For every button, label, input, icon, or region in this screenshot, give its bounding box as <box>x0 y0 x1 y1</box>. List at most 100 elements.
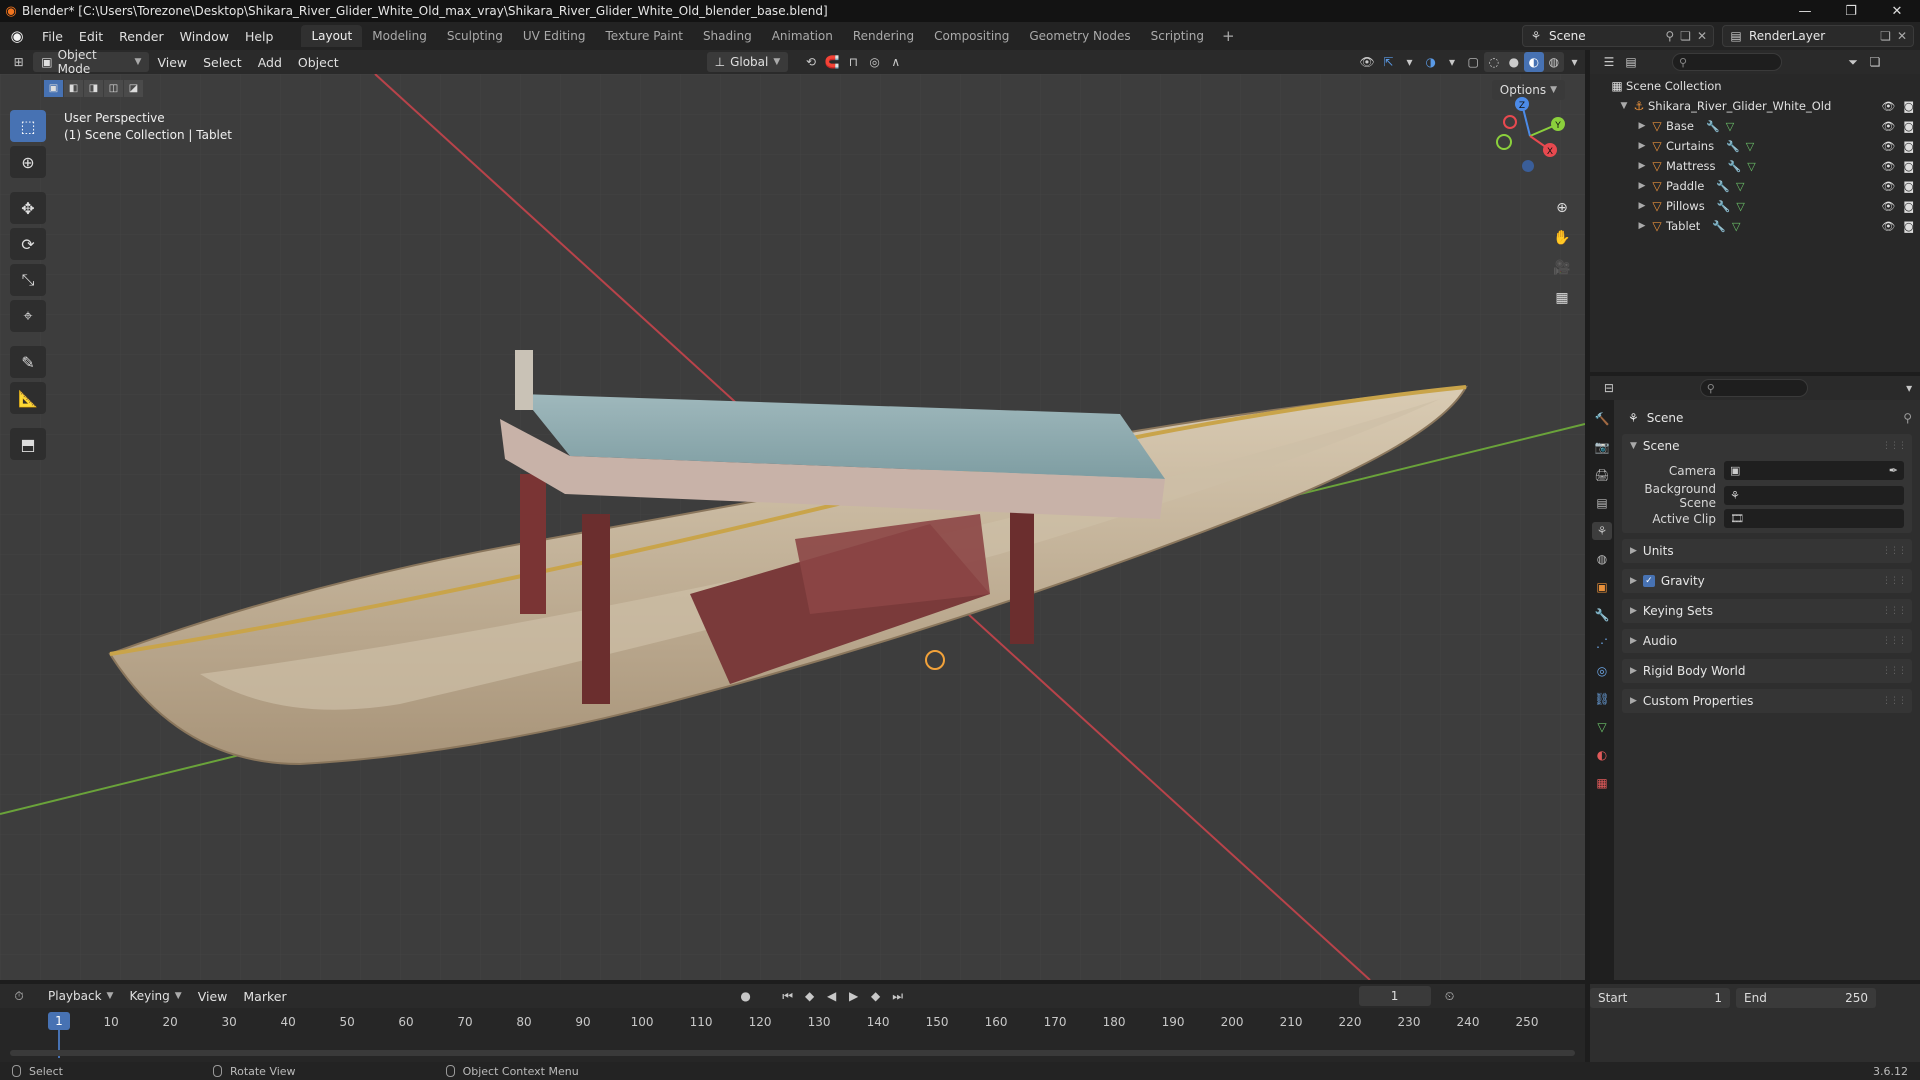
current-frame-field[interactable]: 1 <box>1358 986 1431 1006</box>
neg-z-axis-handle[interactable] <box>1522 160 1534 172</box>
mesh-data-icon[interactable]: ▽ <box>1726 120 1734 133</box>
drag-grip-icon[interactable]: ⋮⋮⋮ <box>1882 696 1907 706</box>
measure-tool-icon[interactable]: 📐 <box>10 382 46 414</box>
pin-icon[interactable]: ⚲ <box>1665 29 1674 43</box>
timeline-menu-view[interactable]: View <box>190 982 236 1010</box>
material-properties-icon[interactable]: ◐ <box>1592 746 1612 764</box>
mode-dropdown[interactable]: ▣ Object Mode ▼ <box>33 48 150 76</box>
outliner-editor-type-icon[interactable]: ☰ <box>1598 52 1620 72</box>
eyedropper-icon[interactable]: ✒ <box>1889 464 1898 477</box>
viewport-menu-view[interactable]: View <box>149 48 195 76</box>
modifier-icon[interactable]: 🔧 <box>1716 180 1730 193</box>
tab-scripting[interactable]: Scripting <box>1141 25 1214 47</box>
new-collection-icon[interactable]: ❏ <box>1864 52 1886 72</box>
rigid-body-world-panel[interactable]: ▶ Rigid Body World ⋮⋮⋮ <box>1622 659 1912 683</box>
mesh-data-icon[interactable]: ▽ <box>1736 180 1744 193</box>
tab-texture-paint[interactable]: Texture Paint <box>596 25 693 47</box>
modifier-icon[interactable]: 🔧 <box>1717 200 1731 213</box>
view-layer-selector[interactable]: ▤ RenderLayer ❏ ✕ <box>1722 25 1914 47</box>
viewport-menu-add[interactable]: Add <box>250 48 290 76</box>
menu-edit[interactable]: Edit <box>71 22 111 50</box>
scene-selector[interactable]: ⚘ Scene ⚲ ❏ ✕ <box>1522 25 1714 47</box>
visibility-icon[interactable]: 👁 <box>1356 52 1377 72</box>
pan-hand-icon[interactable]: ✋ <box>1548 226 1576 250</box>
transform-tool-icon[interactable]: ⌖ <box>10 300 46 332</box>
eye-icon[interactable]: 👁 <box>1881 120 1895 133</box>
blender-menu-icon[interactable]: ◉ <box>0 27 34 45</box>
menu-window[interactable]: Window <box>172 22 237 50</box>
menu-file[interactable]: File <box>34 22 71 50</box>
expand-arrow-icon[interactable]: ▶ <box>1636 181 1648 191</box>
gravity-checkbox[interactable]: ✓ <box>1642 575 1655 587</box>
timeline-menu-marker[interactable]: Marker <box>235 982 294 1010</box>
outliner-object-mattress[interactable]: ▶ ▽ Mattress 🔧 ▽ 👁 ◙ <box>1590 156 1920 176</box>
outliner-scene-collection[interactable]: ▦ Scene Collection <box>1590 76 1920 96</box>
record-icon[interactable]: ● <box>735 986 757 1006</box>
prev-keyframe-icon[interactable]: ◆ <box>799 986 821 1006</box>
background-scene-field[interactable]: ⚘ <box>1724 486 1904 505</box>
proportional-edit-icon[interactable]: ◎ <box>864 52 885 72</box>
select-subtract-icon[interactable]: ◨ <box>84 80 103 97</box>
remove-scene-icon[interactable]: ✕ <box>1697 29 1707 43</box>
scale-tool-icon[interactable]: ⤡ <box>10 264 46 296</box>
rotate-tool-icon[interactable]: ⟳ <box>10 228 46 260</box>
camera-render-icon[interactable]: ◙ <box>1903 120 1914 133</box>
remove-view-layer-icon[interactable]: ✕ <box>1897 29 1907 43</box>
tab-shading[interactable]: Shading <box>693 25 762 47</box>
expand-arrow-icon[interactable]: ▶ <box>1636 201 1648 211</box>
display-mode-icon[interactable]: ▤ <box>1620 52 1642 72</box>
viewport-menu-select[interactable]: Select <box>195 48 250 76</box>
outliner-object-curtains[interactable]: ▶ ▽ Curtains 🔧 ▽ 👁 ◙ <box>1590 136 1920 156</box>
expand-arrow-icon[interactable]: ▶ <box>1636 121 1648 131</box>
texture-properties-icon[interactable]: ▦ <box>1592 774 1612 792</box>
playback-menu[interactable]: Playback ▼ <box>40 986 121 1006</box>
select-extend-icon[interactable]: ◧ <box>64 80 83 97</box>
gravity-panel[interactable]: ▶ ✓ Gravity ⋮⋮⋮ <box>1622 569 1912 593</box>
move-tool-icon[interactable]: ✥ <box>10 192 46 224</box>
ortho-grid-icon[interactable]: ▦ <box>1548 286 1576 310</box>
eye-icon[interactable]: 👁 <box>1881 180 1895 193</box>
snap-target-icon[interactable]: ⊓ <box>843 52 864 72</box>
jump-start-icon[interactable]: ⏮ <box>777 986 799 1006</box>
select-invert-icon[interactable]: ◫ <box>104 80 123 97</box>
camera-render-icon[interactable]: ◙ <box>1903 220 1914 233</box>
timeline-scrollbar[interactable] <box>10 1050 1575 1056</box>
outliner-object-base[interactable]: ▶ ▽ Base 🔧 ▽ 👁 ◙ <box>1590 116 1920 136</box>
keying-sets-panel[interactable]: ▶ Keying Sets ⋮⋮⋮ <box>1622 599 1912 623</box>
minimize-button[interactable]: — <box>1782 0 1828 22</box>
select-new-icon[interactable]: ▣ <box>44 80 63 97</box>
solid-shading-icon[interactable]: ● <box>1504 52 1524 72</box>
eye-icon[interactable]: 👁 <box>1881 100 1895 113</box>
timeline-body[interactable]: 10 20 30 40 50 60 70 80 90 100 110 120 130 140 150 160 1… <box>0 1008 1585 1062</box>
neg-y-axis-handle[interactable] <box>1496 134 1512 150</box>
3d-viewport[interactable]: ▣ ◧ ◨ ◫ ◪ User Perspective (1) Scene Col… <box>0 74 1585 980</box>
new-view-layer-icon[interactable]: ❏ <box>1880 29 1891 43</box>
modifier-icon[interactable]: 🔧 <box>1712 220 1726 233</box>
pivot-icon[interactable]: ⟲ <box>800 52 821 72</box>
start-frame-field[interactable]: Start 1 <box>1590 988 1730 1008</box>
viewport-menu-object[interactable]: Object <box>290 48 347 76</box>
constraints-properties-icon[interactable]: ⛓ <box>1592 690 1612 708</box>
eye-icon[interactable]: 👁 <box>1881 160 1895 173</box>
modifier-properties-icon[interactable]: 🔧 <box>1592 606 1612 624</box>
wireframe-shading-icon[interactable]: ◌ <box>1484 52 1504 72</box>
menu-help[interactable]: Help <box>237 22 282 50</box>
new-scene-icon[interactable]: ❏ <box>1680 29 1691 43</box>
tab-layout[interactable]: Layout <box>301 25 363 47</box>
modifier-icon[interactable]: 🔧 <box>1706 120 1720 133</box>
drag-grip-icon[interactable]: ⋮⋮⋮ <box>1882 546 1907 556</box>
outliner-collection-row[interactable]: ▼ ⚓ Shikara_River_Glider_White_Old 👁 ◙ <box>1590 96 1920 116</box>
scene-panel-header[interactable]: ▼ Scene ⋮⋮⋮ <box>1622 434 1912 458</box>
next-keyframe-icon[interactable]: ◆ <box>865 986 887 1006</box>
chevron-down-icon[interactable]: ▾ <box>1898 378 1920 398</box>
editor-type-icon[interactable]: ⊞ <box>8 52 29 72</box>
tab-geometry-nodes[interactable]: Geometry Nodes <box>1019 25 1140 47</box>
gizmo-toggle-icon[interactable]: ⇱ <box>1378 52 1399 72</box>
tab-uv-editing[interactable]: UV Editing <box>513 25 596 47</box>
menu-render[interactable]: Render <box>111 22 172 50</box>
units-panel[interactable]: ▶ Units ⋮⋮⋮ <box>1622 539 1912 563</box>
custom-properties-panel[interactable]: ▶ Custom Properties ⋮⋮⋮ <box>1622 689 1912 713</box>
restore-button[interactable]: ❐ <box>1828 0 1874 22</box>
modifier-icon[interactable]: 🔧 <box>1728 160 1742 173</box>
falloff-icon[interactable]: ∧ <box>885 52 906 72</box>
